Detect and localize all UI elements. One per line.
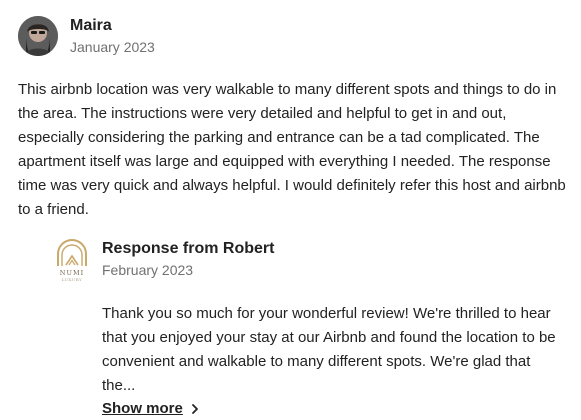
show-more-label: Show more — [102, 400, 183, 417]
avatar[interactable] — [18, 16, 58, 56]
reviewer-header: Maira January 2023 — [18, 14, 568, 58]
review-date: January 2023 — [70, 39, 155, 55]
response-meta: Response from Robert February 2023 — [102, 238, 274, 279]
reviewer-meta: Maira January 2023 — [70, 16, 155, 56]
review-text: This airbnb location was very walkable t… — [18, 81, 566, 218]
guest-review: Maira January 2023 This airbnb location … — [18, 14, 568, 222]
response-text: Thank you so much for your wonderful rev… — [102, 305, 556, 394]
response-date: February 2023 — [102, 262, 194, 278]
logo-subtitle: LUXURY — [61, 277, 83, 282]
logo-arch-icon — [57, 239, 87, 266]
show-more-button[interactable]: Show more — [102, 398, 201, 420]
host-logo[interactable]: NUMI LUXURY — [52, 238, 92, 284]
chevron-right-icon — [191, 404, 198, 414]
logo-wordmark: NUMI — [59, 269, 85, 277]
avatar-photo — [18, 16, 58, 56]
reviewer-name: Maira — [70, 17, 112, 34]
response-title: Response from Robert — [102, 240, 275, 257]
response-header: NUMI LUXURY Response from Robert Februar… — [52, 238, 567, 284]
host-response: NUMI LUXURY Response from Robert Februar… — [52, 238, 567, 420]
